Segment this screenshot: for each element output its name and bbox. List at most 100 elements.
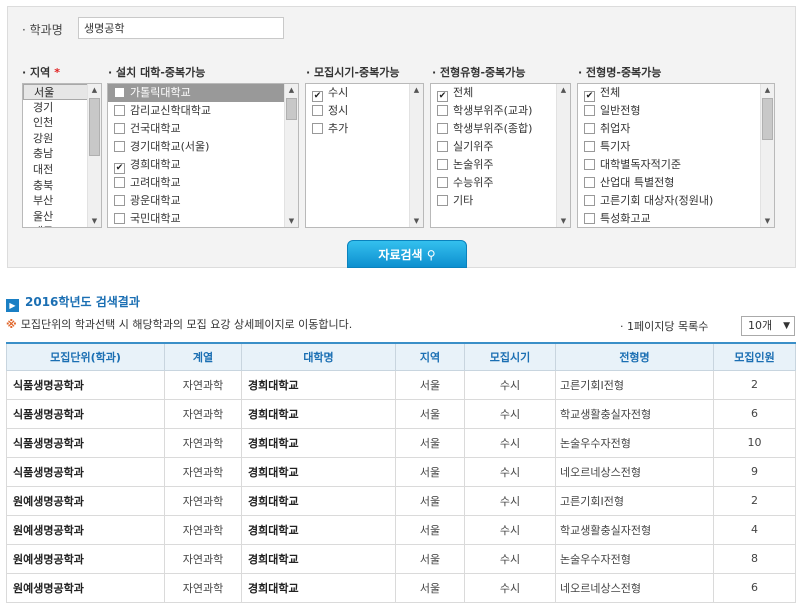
checkbox-icon[interactable] bbox=[584, 141, 595, 152]
checkbox-icon[interactable] bbox=[584, 123, 595, 134]
list-item[interactable]: ✔ 수시 bbox=[306, 84, 423, 102]
name-scrollbar[interactable]: ▲ ▼ bbox=[760, 84, 774, 227]
checkbox-icon[interactable] bbox=[312, 105, 323, 116]
checkbox-icon[interactable] bbox=[437, 123, 448, 134]
department-link[interactable]: 식품생명공학과 bbox=[6, 369, 165, 400]
column-header: 모집단위(학과) bbox=[6, 342, 165, 371]
list-item[interactable]: 수능위주 bbox=[431, 174, 570, 192]
scroll-up-icon[interactable]: ▲ bbox=[410, 84, 423, 96]
list-item[interactable]: ✔ 경희대학교 bbox=[108, 156, 298, 174]
checkbox-checked-icon[interactable]: ✔ bbox=[437, 91, 448, 102]
period-scrollbar[interactable]: ▲ ▼ bbox=[409, 84, 423, 227]
per-page-select[interactable]: 10개 ▼ bbox=[741, 316, 795, 336]
list-item[interactable]: 산업대 특별전형 bbox=[578, 174, 774, 192]
department-link[interactable]: 원예생명공학과 bbox=[6, 543, 165, 574]
list-item[interactable]: 학생부위주(종합) bbox=[431, 120, 570, 138]
scroll-up-icon[interactable]: ▲ bbox=[557, 84, 570, 96]
department-link[interactable]: 식품생명공학과 bbox=[6, 398, 165, 429]
list-item[interactable]: 일반전형 bbox=[578, 102, 774, 120]
checkbox-icon[interactable] bbox=[114, 195, 125, 206]
type-listbox[interactable]: ✔ 전체 학생부위주(교과) 학생부위주(종합) 실기위주 논술위주 수능위주 기타 ▲ ▼ bbox=[430, 83, 571, 228]
list-item[interactable]: 감리교신학대학교 bbox=[108, 102, 298, 120]
major-label-text: 학과명 bbox=[29, 23, 63, 37]
checkbox-icon[interactable] bbox=[437, 177, 448, 188]
list-item[interactable]: 고려대학교 bbox=[108, 174, 298, 192]
department-link[interactable]: 원예생명공학과 bbox=[6, 485, 165, 516]
notice-mark-icon: ※ bbox=[6, 318, 17, 331]
table-row: 식품생명공학과 자연과학 경희대학교 서울 수시 고른기회Ⅰ전형 2 bbox=[6, 369, 796, 400]
scroll-down-icon[interactable]: ▼ bbox=[557, 215, 570, 227]
checkbox-checked-icon[interactable]: ✔ bbox=[312, 91, 323, 102]
scroll-thumb[interactable] bbox=[762, 98, 773, 140]
list-item-label: 정시 bbox=[328, 104, 349, 117]
table-cell: 수시 bbox=[464, 427, 556, 458]
search-button[interactable]: 자료검색 ⚲ bbox=[347, 240, 467, 268]
scroll-thumb[interactable] bbox=[89, 98, 100, 156]
scroll-up-icon[interactable]: ▲ bbox=[761, 84, 774, 96]
list-item[interactable]: ✔ 전체 bbox=[431, 84, 570, 102]
checkbox-icon[interactable] bbox=[437, 159, 448, 170]
region-scrollbar[interactable]: ▲ ▼ bbox=[87, 84, 101, 227]
checkbox-icon[interactable] bbox=[114, 177, 125, 188]
checkbox-icon[interactable] bbox=[114, 87, 125, 98]
table-cell: 자연과학 bbox=[164, 369, 242, 400]
list-item[interactable]: 추가 bbox=[306, 120, 423, 138]
scroll-up-icon[interactable]: ▲ bbox=[285, 84, 298, 96]
scroll-down-icon[interactable]: ▼ bbox=[761, 215, 774, 227]
department-link[interactable]: 원예생명공학과 bbox=[6, 572, 165, 603]
department-link[interactable]: 식품생명공학과 bbox=[6, 427, 165, 458]
scroll-thumb[interactable] bbox=[286, 98, 297, 120]
list-item[interactable]: 경기대학교(서울) bbox=[108, 138, 298, 156]
period-title-text: 모집시기-중복가능 bbox=[314, 66, 400, 79]
list-item[interactable]: 건국대학교 bbox=[108, 120, 298, 138]
university-scrollbar[interactable]: ▲ ▼ bbox=[284, 84, 298, 227]
checkbox-icon[interactable] bbox=[437, 105, 448, 116]
scroll-up-icon[interactable]: ▲ bbox=[88, 84, 101, 96]
checkbox-icon[interactable] bbox=[584, 213, 595, 224]
name-listbox[interactable]: ✔ 전체 일반전형취업자특기자 대학별독자적기준 산업대 특별전형 고른기회 대상자(정원… bbox=[577, 83, 775, 228]
checkbox-icon[interactable] bbox=[114, 123, 125, 134]
checkbox-icon[interactable] bbox=[114, 141, 125, 152]
checkbox-checked-icon[interactable]: ✔ bbox=[114, 163, 125, 174]
table-cell: 4 bbox=[713, 514, 796, 545]
list-item[interactable]: 기타 bbox=[431, 192, 570, 210]
checkbox-icon[interactable] bbox=[584, 159, 595, 170]
department-link[interactable]: 원예생명공학과 bbox=[6, 514, 165, 545]
list-item[interactable]: 특기자 bbox=[578, 138, 774, 156]
list-item[interactable]: 취업자 bbox=[578, 120, 774, 138]
list-item-label: 대구 bbox=[33, 225, 53, 227]
list-item-label: 취업자 bbox=[600, 122, 631, 135]
checkbox-icon[interactable] bbox=[584, 105, 595, 116]
period-listbox[interactable]: ✔ 수시 정시 추가 ▲ ▼ bbox=[305, 83, 424, 228]
major-input[interactable] bbox=[78, 17, 284, 39]
scroll-down-icon[interactable]: ▼ bbox=[410, 215, 423, 227]
university-listbox[interactable]: 가톨릭대학교 감리교신학대학교 건국대학교 경기대학교(서울) ✔ 경희대학교 고려대학교 광… bbox=[107, 83, 299, 228]
checkbox-checked-icon[interactable]: ✔ bbox=[584, 91, 595, 102]
checkbox-icon[interactable] bbox=[114, 213, 125, 224]
list-item[interactable]: 국민대학교 bbox=[108, 210, 298, 227]
scroll-down-icon[interactable]: ▼ bbox=[285, 215, 298, 227]
region-listbox[interactable]: 서울경기인천강원충남대전충북부산울산대구 ▲▼ bbox=[22, 83, 102, 228]
list-item-label: 서울 bbox=[34, 86, 55, 99]
department-link[interactable]: 식품생명공학과 bbox=[6, 456, 165, 487]
list-item[interactable]: 학생부위주(교과) bbox=[431, 102, 570, 120]
list-item[interactable]: 광운대학교 bbox=[108, 192, 298, 210]
list-item[interactable]: 가톨릭대학교 bbox=[108, 84, 298, 102]
type-scrollbar[interactable]: ▲ ▼ bbox=[556, 84, 570, 227]
list-item[interactable]: 논술위주 bbox=[431, 156, 570, 174]
column-header: 전형명 bbox=[555, 342, 714, 371]
checkbox-icon[interactable] bbox=[437, 141, 448, 152]
checkbox-icon[interactable] bbox=[312, 123, 323, 134]
list-item[interactable]: 특성화고교 bbox=[578, 210, 774, 227]
checkbox-icon[interactable] bbox=[584, 177, 595, 188]
list-item[interactable]: 정시 bbox=[306, 102, 423, 120]
checkbox-icon[interactable] bbox=[584, 195, 595, 206]
scroll-down-icon[interactable]: ▼ bbox=[88, 215, 101, 227]
list-item[interactable]: ✔ 전체 bbox=[578, 84, 774, 102]
checkbox-icon[interactable] bbox=[437, 195, 448, 206]
column-header: 대학명 bbox=[241, 342, 396, 371]
list-item[interactable]: 고른기회 대상자(정원내) bbox=[578, 192, 774, 210]
list-item[interactable]: 대학별독자적기준 bbox=[578, 156, 774, 174]
list-item[interactable]: 실기위주 bbox=[431, 138, 570, 156]
checkbox-icon[interactable] bbox=[114, 105, 125, 116]
